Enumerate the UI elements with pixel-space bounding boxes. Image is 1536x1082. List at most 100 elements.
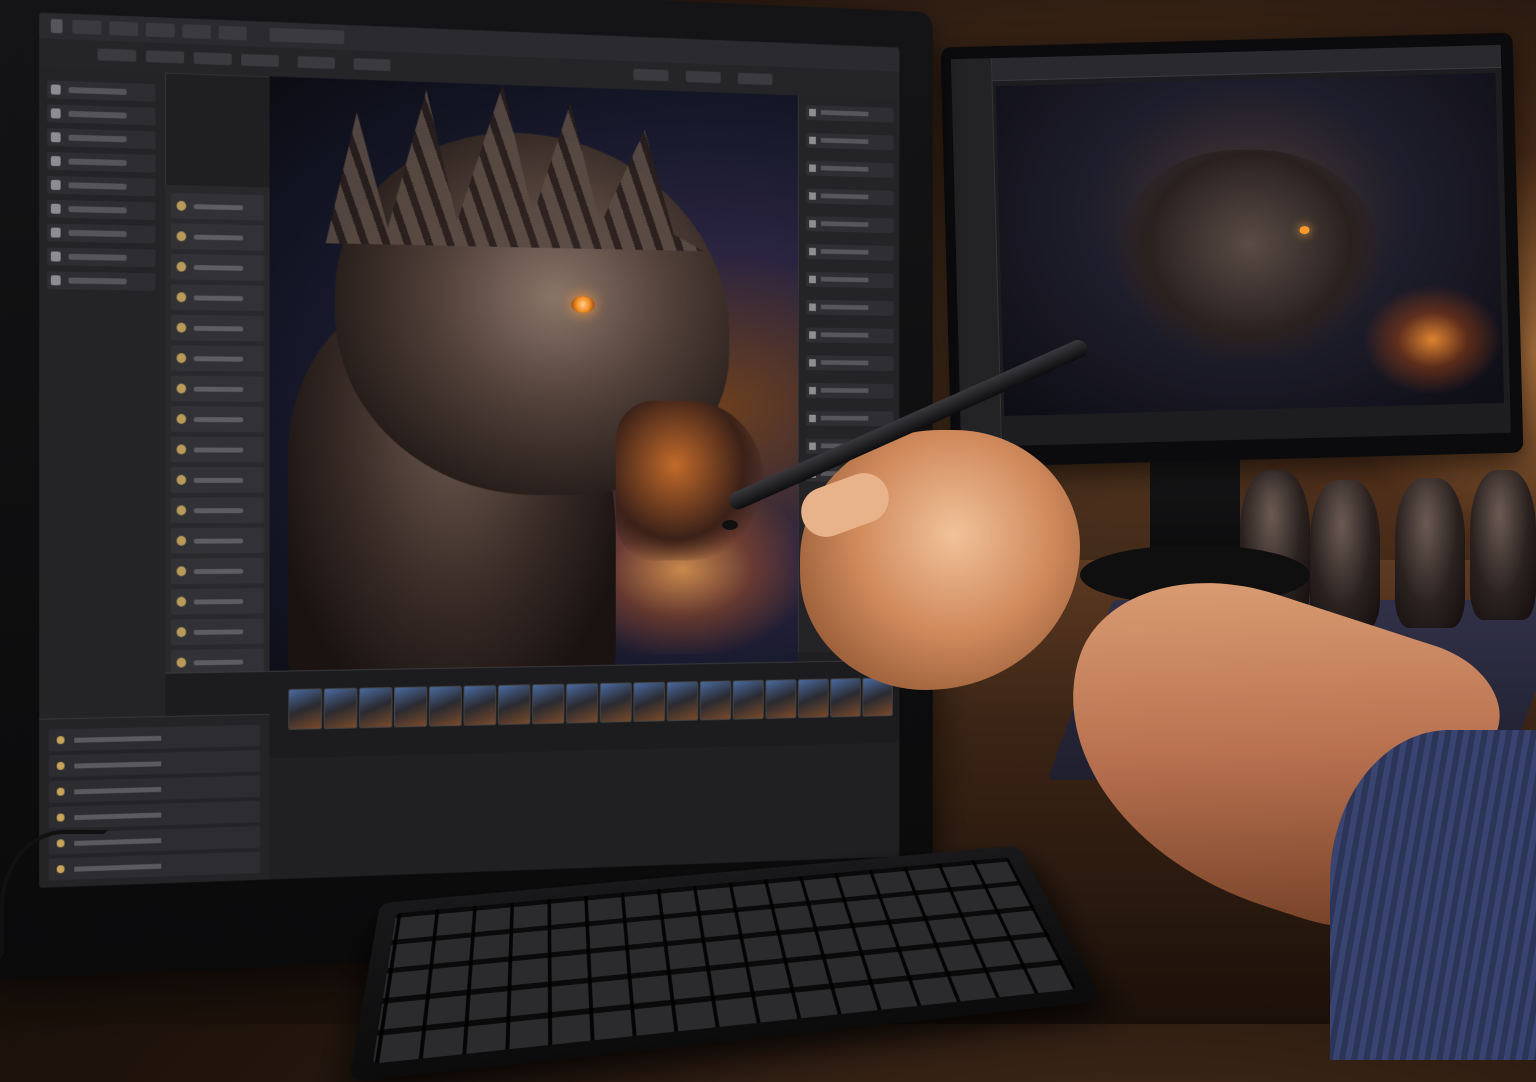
- stylus-tip: [722, 520, 738, 530]
- property-icon: [809, 303, 816, 311]
- property-row[interactable]: [805, 355, 894, 372]
- layer-visibility-icon[interactable]: [176, 535, 187, 546]
- layer-visibility-icon[interactable]: [176, 475, 187, 485]
- layer-row[interactable]: [170, 406, 264, 433]
- layer-visibility-icon[interactable]: [176, 322, 187, 333]
- layer-row[interactable]: [170, 314, 264, 342]
- layer-row[interactable]: [170, 436, 264, 463]
- image-thumbnail[interactable]: [428, 685, 462, 727]
- layer-row[interactable]: [170, 497, 264, 524]
- layer-name: [193, 295, 244, 302]
- editor-screen: [39, 12, 900, 888]
- tool-label: [68, 229, 127, 238]
- option-control[interactable]: [633, 68, 669, 82]
- app-icon[interactable]: [50, 18, 63, 34]
- option-control[interactable]: [241, 53, 279, 68]
- layer-row[interactable]: [170, 588, 264, 615]
- menu-item[interactable]: [269, 27, 345, 45]
- menu-item[interactable]: [72, 19, 102, 35]
- layer-visibility-icon[interactable]: [176, 414, 187, 424]
- tool-row[interactable]: [46, 128, 156, 150]
- menu-item[interactable]: [145, 22, 175, 38]
- property-row[interactable]: [805, 160, 894, 178]
- layer-visibility-icon[interactable]: [176, 261, 187, 272]
- history-row[interactable]: [48, 775, 261, 804]
- drawing-canvas[interactable]: [269, 76, 799, 671]
- property-row[interactable]: [805, 216, 894, 234]
- layer-visibility-icon[interactable]: [176, 505, 187, 516]
- image-thumbnail[interactable]: [666, 681, 699, 722]
- tool-row[interactable]: [46, 175, 156, 197]
- layer-visibility-icon[interactable]: [176, 566, 187, 577]
- layer-row[interactable]: [170, 527, 264, 554]
- layer-row[interactable]: [170, 375, 264, 402]
- tool-row[interactable]: [46, 247, 156, 268]
- layer-row[interactable]: [170, 284, 264, 312]
- option-control[interactable]: [737, 72, 773, 86]
- image-thumbnail[interactable]: [699, 680, 732, 721]
- property-row[interactable]: [805, 244, 894, 261]
- option-control[interactable]: [685, 70, 721, 84]
- history-row[interactable]: [48, 800, 261, 829]
- image-thumbnail[interactable]: [765, 679, 797, 719]
- image-thumbnail[interactable]: [633, 681, 665, 722]
- menu-item[interactable]: [109, 21, 139, 37]
- image-thumbnail[interactable]: [394, 686, 428, 728]
- property-row[interactable]: [805, 327, 894, 344]
- layer-visibility-icon[interactable]: [176, 200, 187, 211]
- property-row[interactable]: [805, 411, 894, 427]
- tool-row[interactable]: [46, 223, 156, 244]
- menu-item[interactable]: [182, 24, 211, 40]
- dragon-jaw: [615, 400, 764, 561]
- image-thumbnail[interactable]: [599, 682, 632, 723]
- image-thumbnail[interactable]: [798, 678, 829, 719]
- property-row[interactable]: [805, 299, 894, 316]
- option-control[interactable]: [353, 58, 391, 72]
- option-control[interactable]: [145, 50, 185, 64]
- layer-visibility-icon[interactable]: [176, 657, 187, 668]
- layer-visibility-icon[interactable]: [176, 231, 187, 242]
- tool-row[interactable]: [46, 104, 156, 126]
- property-icon: [809, 275, 816, 284]
- layer-row[interactable]: [170, 253, 264, 281]
- property-row[interactable]: [805, 132, 894, 151]
- image-thumbnail[interactable]: [566, 683, 599, 724]
- layer-row[interactable]: [170, 192, 264, 221]
- image-thumbnail[interactable]: [288, 688, 322, 730]
- image-thumbnail[interactable]: [497, 684, 531, 726]
- tool-row[interactable]: [46, 80, 156, 102]
- history-row[interactable]: [48, 724, 261, 752]
- property-row[interactable]: [805, 271, 894, 289]
- layer-visibility-icon[interactable]: [176, 627, 187, 638]
- image-thumbnail[interactable]: [323, 687, 358, 730]
- image-thumbnail[interactable]: [463, 685, 497, 726]
- tool-row[interactable]: [46, 271, 156, 291]
- image-thumbnail[interactable]: [732, 679, 764, 720]
- menu-item[interactable]: [218, 25, 247, 41]
- property-row[interactable]: [805, 104, 894, 123]
- option-control[interactable]: [297, 56, 335, 70]
- property-label: [820, 110, 869, 117]
- layer-visibility-icon[interactable]: [176, 383, 187, 394]
- layer-visibility-icon[interactable]: [176, 444, 187, 455]
- tool-label: [68, 182, 127, 190]
- option-control[interactable]: [193, 52, 232, 66]
- option-control[interactable]: [97, 48, 137, 62]
- history-row[interactable]: [48, 750, 261, 778]
- property-row[interactable]: [805, 188, 894, 206]
- layer-visibility-icon[interactable]: [176, 292, 187, 303]
- image-thumbnail[interactable]: [359, 687, 393, 729]
- layer-row[interactable]: [170, 345, 264, 372]
- property-label: [820, 276, 869, 283]
- image-thumbnail[interactable]: [532, 683, 565, 725]
- tool-row[interactable]: [46, 199, 156, 220]
- layer-row[interactable]: [170, 223, 264, 251]
- property-row[interactable]: [805, 383, 894, 399]
- tool-row[interactable]: [46, 151, 156, 173]
- layer-visibility-icon[interactable]: [176, 353, 187, 364]
- layer-row[interactable]: [170, 467, 264, 493]
- layer-row[interactable]: [170, 618, 264, 646]
- layer-row[interactable]: [170, 557, 264, 585]
- layer-visibility-icon[interactable]: [176, 596, 187, 607]
- image-thumbnail[interactable]: [830, 677, 861, 718]
